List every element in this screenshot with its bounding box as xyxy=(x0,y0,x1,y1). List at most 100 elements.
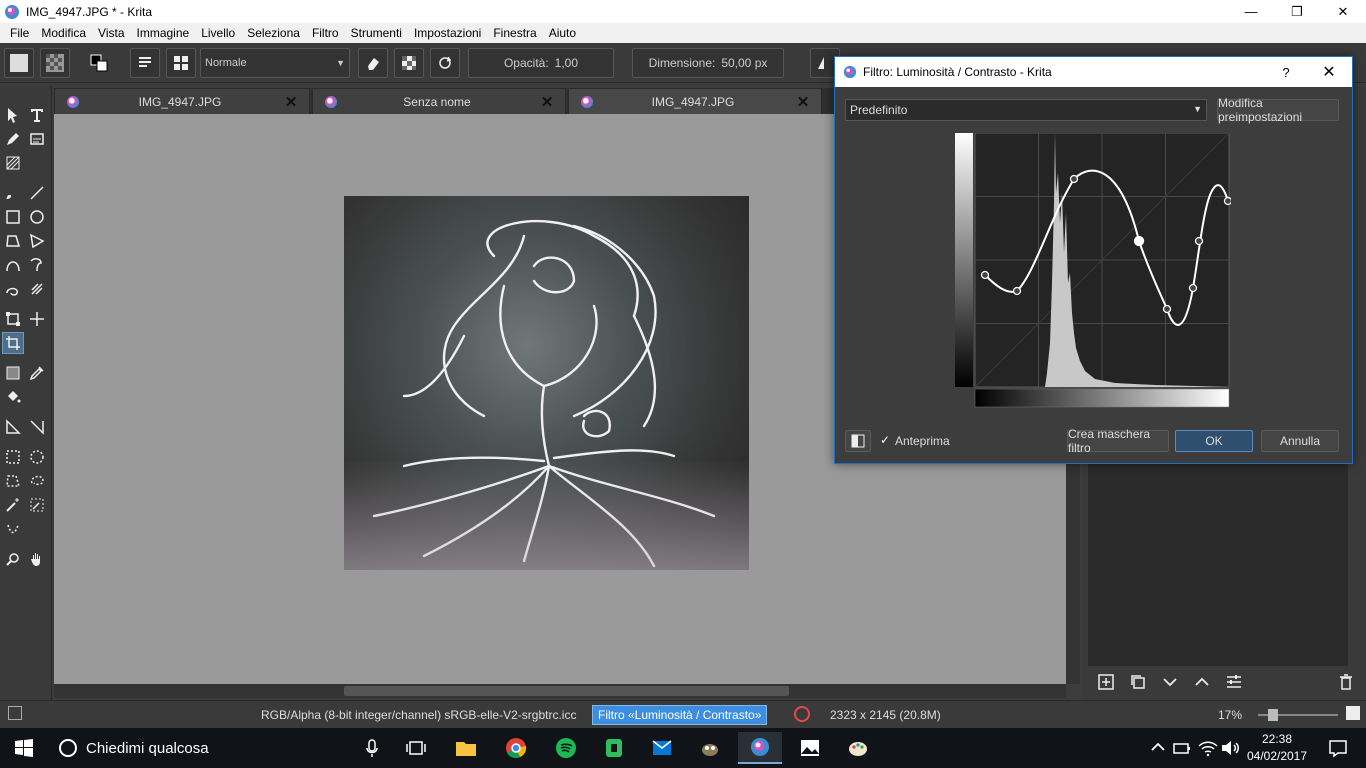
opacity-slider[interactable]: Opacità: 1,00 xyxy=(468,48,614,78)
maximize-button[interactable]: ❐ xyxy=(1274,0,1320,23)
menu-immagine[interactable]: Immagine xyxy=(131,26,196,40)
calligraphy-tool[interactable] xyxy=(26,128,48,150)
task-view-button[interactable] xyxy=(394,732,438,764)
show-hidden-icons-button[interactable] xyxy=(1146,732,1170,764)
chrome-taskbar-item[interactable] xyxy=(494,732,538,764)
freehand-select-tool[interactable] xyxy=(26,470,48,492)
layer-properties-button[interactable] xyxy=(1218,670,1250,694)
freehand-path-tool[interactable] xyxy=(26,254,48,276)
duplicate-layer-button[interactable] xyxy=(1122,670,1154,694)
horizontal-scrollbar[interactable] xyxy=(54,684,1066,698)
move-layer-down-button[interactable] xyxy=(1154,670,1186,694)
gradient-tool[interactable] xyxy=(2,362,24,384)
wifi-tray-icon[interactable] xyxy=(1196,732,1220,764)
blend-mode-select[interactable]: Normale ▼ xyxy=(200,48,350,78)
polygon-tool[interactable] xyxy=(2,230,24,252)
toggle-compare-button[interactable] xyxy=(845,430,871,452)
selection-display-icon[interactable] xyxy=(8,706,22,720)
color-picker-tool[interactable] xyxy=(26,362,48,384)
preserve-alpha-button[interactable] xyxy=(394,48,424,78)
action-center-button[interactable] xyxy=(1316,732,1360,764)
menu-file[interactable]: File xyxy=(4,26,35,40)
preset-select[interactable]: Predefinito ▼ xyxy=(845,99,1207,121)
menu-impostazioni[interactable]: Impostazioni xyxy=(408,26,487,40)
paint-taskbar-item[interactable] xyxy=(836,732,880,764)
contiguous-select-tool[interactable] xyxy=(2,494,24,516)
menu-vista[interactable]: Vista xyxy=(92,26,130,40)
measure-tool[interactable] xyxy=(26,416,48,438)
preview-checkbox[interactable]: ✓ xyxy=(879,433,891,447)
pattern-edit-tool[interactable] xyxy=(2,152,24,174)
krita-taskbar-item[interactable] xyxy=(738,732,782,764)
close-window-button[interactable]: ✕ xyxy=(1320,0,1366,23)
line-tool[interactable] xyxy=(26,182,48,204)
zoom-tool[interactable] xyxy=(2,548,24,570)
move-layer-up-button[interactable] xyxy=(1186,670,1218,694)
edit-presets-button[interactable]: Modifica preimpostazioni xyxy=(1217,96,1339,124)
close-tab-icon[interactable]: ✕ xyxy=(537,93,557,111)
tab-img-4947-2[interactable]: IMG_4947.JPG ✕ xyxy=(568,88,822,114)
gimp-taskbar-item[interactable] xyxy=(688,732,732,764)
close-tab-icon[interactable]: ✕ xyxy=(281,93,301,111)
menu-seleziona[interactable]: Seleziona xyxy=(241,26,306,40)
minimize-button[interactable]: — xyxy=(1228,0,1274,23)
reload-preset-button[interactable] xyxy=(430,48,460,78)
layers-list[interactable] xyxy=(1088,460,1348,666)
close-dialog-button[interactable]: ✕ xyxy=(1306,62,1352,82)
help-button[interactable]: ? xyxy=(1266,65,1306,80)
curve-editor[interactable] xyxy=(955,133,1231,409)
menu-aiuto[interactable]: Aiuto xyxy=(543,26,582,40)
volume-tray-icon[interactable] xyxy=(1218,732,1242,764)
rose-artwork-image[interactable] xyxy=(344,196,749,570)
photos-taskbar-item[interactable] xyxy=(788,732,832,764)
size-slider[interactable]: Dimensione: 50,00 px xyxy=(632,48,784,78)
rect-select-tool[interactable] xyxy=(2,446,24,468)
system-clock[interactable]: 22:38 04/02/2017 xyxy=(1242,731,1312,765)
menu-modifica[interactable]: Modifica xyxy=(35,26,92,40)
polyline-tool[interactable] xyxy=(26,230,48,252)
canvas-only-toggle[interactable] xyxy=(1346,706,1360,720)
freehand-brush-tool[interactable] xyxy=(2,182,24,204)
menu-filtro[interactable]: Filtro xyxy=(306,26,345,40)
brush-settings-button[interactable] xyxy=(130,48,160,78)
ellipse-tool[interactable] xyxy=(26,206,48,228)
polygon-select-tool[interactable] xyxy=(2,470,24,492)
eraser-mode-button[interactable] xyxy=(358,48,388,78)
move-tool[interactable] xyxy=(26,308,48,330)
fill-tool[interactable] xyxy=(2,386,24,408)
tab-img-4947-1[interactable]: IMG_4947.JPG ✕ xyxy=(54,88,310,114)
dynamic-brush-tool[interactable] xyxy=(2,278,24,300)
add-layer-button[interactable] xyxy=(1090,670,1122,694)
outlook-taskbar-item[interactable] xyxy=(640,732,684,764)
file-explorer-taskbar-item[interactable] xyxy=(444,732,488,764)
menu-finestra[interactable]: Finestra xyxy=(487,26,542,40)
multibrush-tool[interactable] xyxy=(26,278,48,300)
pattern-preset-button[interactable] xyxy=(40,48,70,78)
ellipse-select-tool[interactable] xyxy=(26,446,48,468)
gradient-preset-button[interactable] xyxy=(4,48,34,78)
evernote-taskbar-item[interactable] xyxy=(592,732,636,764)
cortana-search[interactable]: Chiedimi qualcosa xyxy=(48,728,388,768)
select-shapes-tool[interactable] xyxy=(2,104,24,126)
tab-senza-nome[interactable]: Senza nome ✕ xyxy=(312,88,566,114)
microphone-button[interactable] xyxy=(350,732,394,764)
create-filter-mask-button[interactable]: Crea maschera filtro xyxy=(1067,427,1169,455)
close-tab-icon[interactable]: ✕ xyxy=(793,93,813,111)
ok-button[interactable]: OK xyxy=(1175,430,1253,452)
zoom-slider-handle[interactable] xyxy=(1268,709,1278,721)
power-tray-icon[interactable] xyxy=(1170,732,1194,764)
menu-strumenti[interactable]: Strumenti xyxy=(345,26,408,40)
color-swap-button[interactable] xyxy=(84,48,114,78)
text-tool[interactable] xyxy=(26,104,48,126)
transform-tool[interactable] xyxy=(2,308,24,330)
rectangle-tool[interactable] xyxy=(2,206,24,228)
crop-tool[interactable] xyxy=(2,332,24,354)
horizontal-scroll-thumb[interactable] xyxy=(344,686,789,696)
pan-tool[interactable] xyxy=(26,548,48,570)
start-button[interactable] xyxy=(2,732,46,764)
delete-layer-button[interactable] xyxy=(1330,670,1362,694)
brush-presets-button[interactable] xyxy=(166,48,196,78)
bezier-tool[interactable] xyxy=(2,254,24,276)
menu-livello[interactable]: Livello xyxy=(195,26,241,40)
assistant-tool[interactable] xyxy=(2,416,24,438)
